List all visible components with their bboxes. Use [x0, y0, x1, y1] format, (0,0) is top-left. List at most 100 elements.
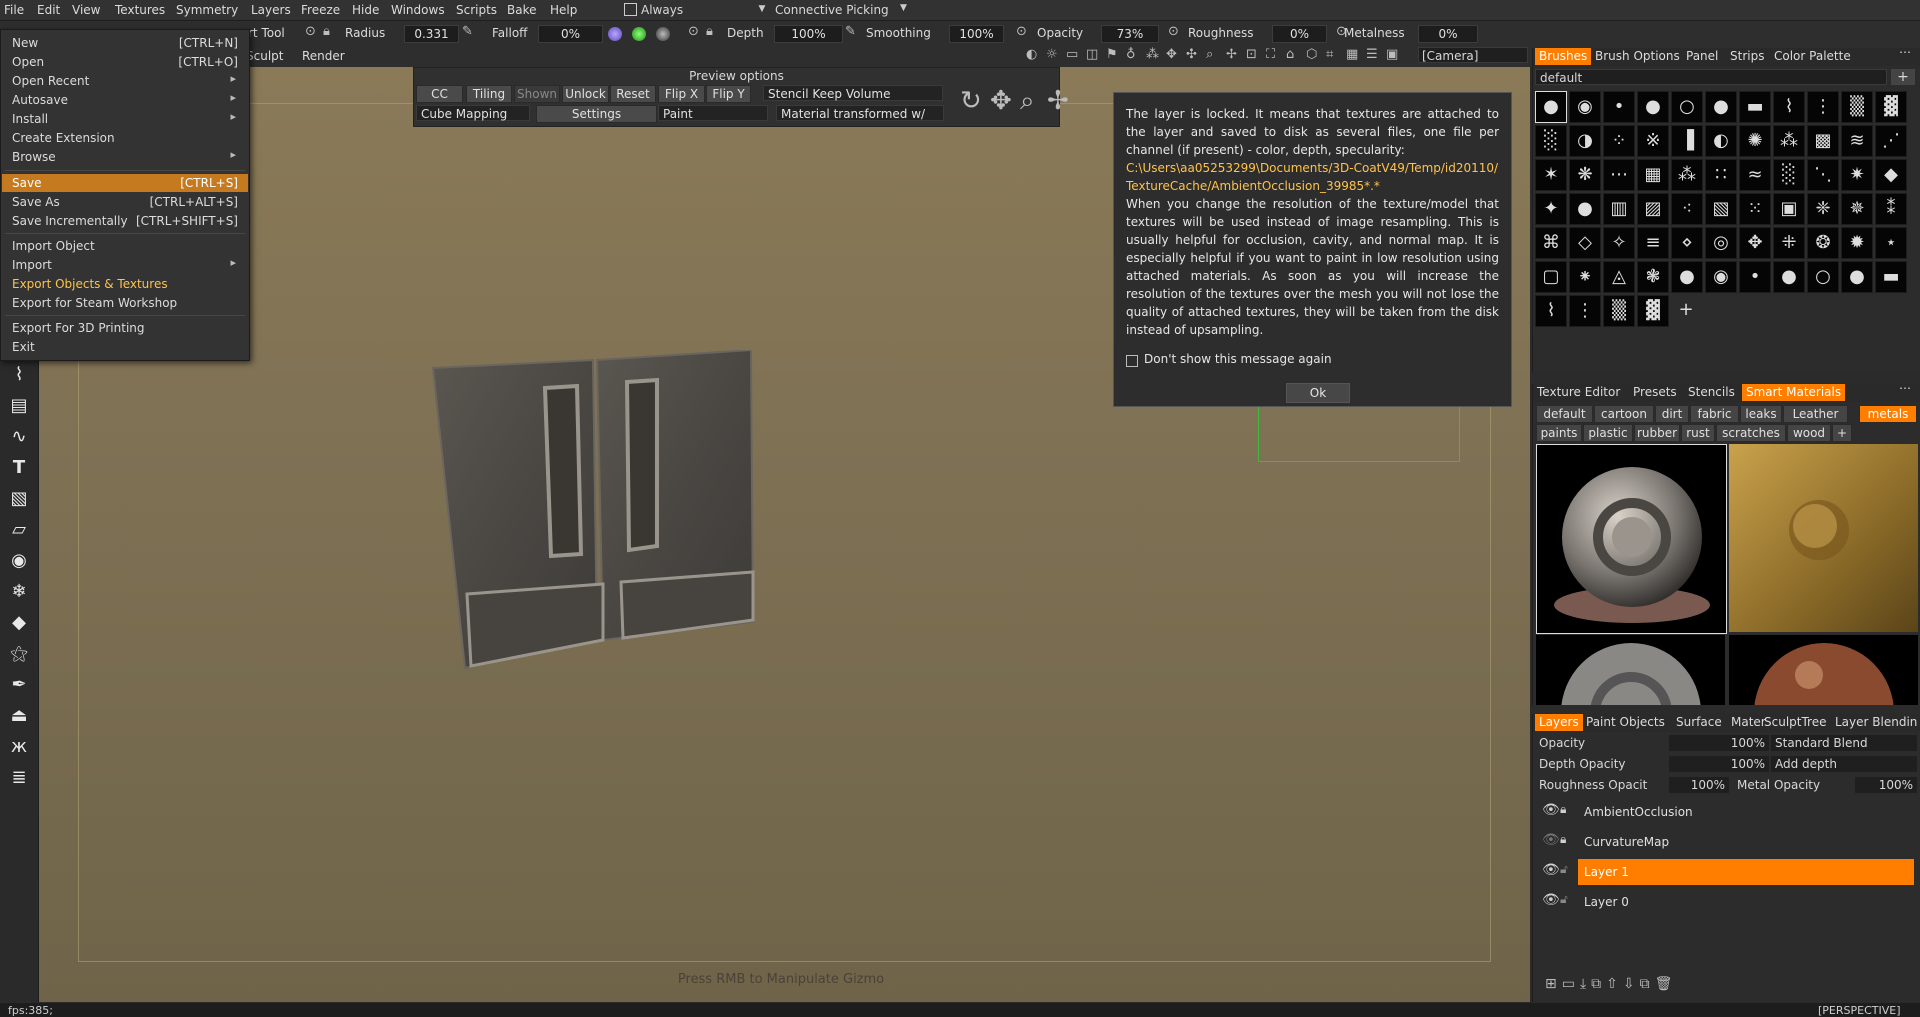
brush-thumb[interactable]: ●: [1535, 91, 1567, 123]
tab-paint-objects[interactable]: Paint Objects: [1586, 715, 1665, 729]
menu-item-export-steam[interactable]: Export for Steam Workshop: [2, 294, 248, 312]
brush-thumb[interactable]: ⌇: [1773, 91, 1805, 123]
brush-thumb[interactable]: ❃: [1637, 261, 1669, 293]
menu-item-create-extension[interactable]: Create Extension: [2, 129, 248, 147]
layer-lock-icon[interactable]: 🔒︎: [1560, 802, 1566, 817]
freeze-icon[interactable]: ❄: [7, 580, 31, 604]
brush-thumb[interactable]: ◎: [1705, 227, 1737, 259]
brush-thumb[interactable]: ※: [1637, 125, 1669, 157]
panel-menu-icon-2[interactable]: ⋯: [1899, 381, 1911, 395]
wireframe-icon[interactable]: ⌗: [1326, 47, 1333, 62]
blend-mode-dropdown[interactable]: Standard Blend: [1771, 735, 1917, 751]
fullscreen-icon[interactable]: ⛶: [1266, 47, 1275, 62]
menu-item-import[interactable]: Import ▸: [2, 256, 248, 274]
chip-scratches[interactable]: scratches: [1716, 424, 1786, 442]
brush-thumb[interactable]: ▧: [1705, 193, 1737, 225]
brush-preset-dropdown[interactable]: default: [1535, 69, 1887, 85]
menu-view[interactable]: View: [72, 3, 100, 17]
brush-thumb[interactable]: ◉: [1705, 261, 1737, 293]
visibility-eye-icon[interactable]: 👁︎: [1542, 892, 1560, 908]
brush-thumb[interactable]: ●: [1637, 91, 1669, 123]
brush-thumb[interactable]: ⁖: [1671, 193, 1703, 225]
tab-brush-options[interactable]: Brush Options: [1595, 49, 1680, 63]
brush-thumb[interactable]: ≡: [1637, 227, 1669, 259]
zoom-icon[interactable]: ⌕: [1206, 47, 1213, 62]
brush-thumb[interactable]: ◉: [1569, 91, 1601, 123]
brush-thumb[interactable]: ✺: [1739, 125, 1771, 157]
tab-stencils[interactable]: Stencils: [1688, 385, 1735, 399]
brush-thumb[interactable]: •: [1603, 91, 1635, 123]
brush-thumb[interactable]: ⁂: [1773, 125, 1805, 157]
chip-rubber[interactable]: rubber: [1634, 424, 1680, 442]
material-thumb-1[interactable]: [1536, 444, 1727, 634]
brush-thumb[interactable]: ⌘: [1535, 227, 1567, 259]
pen-icon[interactable]: ✒: [7, 673, 31, 697]
depth-opacity-field[interactable]: 100%: [1669, 756, 1769, 772]
curve-icon[interactable]: ∿: [7, 425, 31, 449]
camera-list-icon[interactable]: ☰: [1366, 47, 1378, 62]
brush-thumb[interactable]: ⁜: [1773, 227, 1805, 259]
tab-layers[interactable]: Layers: [1535, 714, 1583, 731]
visibility-eye-hidden-icon[interactable]: 👁︎: [1542, 832, 1560, 848]
brush-thumb[interactable]: ◇: [1569, 227, 1601, 259]
sun-icon[interactable]: ☼: [1046, 47, 1058, 62]
menu-file[interactable]: File: [4, 3, 24, 17]
move-up-icon[interactable]: ⇧: [1606, 976, 1623, 992]
brush-thumb[interactable]: ✹: [1841, 227, 1873, 259]
dont-show-checkbox[interactable]: [1126, 355, 1138, 367]
shown-button[interactable]: Shown: [514, 85, 560, 103]
pan-icon[interactable]: ✢: [1226, 47, 1237, 62]
layer-row-layer-0[interactable]: 👁︎ 🔓︎ Layer 0: [1542, 888, 1920, 916]
cc-button[interactable]: CC: [416, 85, 463, 103]
brush-thumb[interactable]: ✥: [1739, 227, 1771, 259]
add-category-icon[interactable]: +: [1832, 424, 1852, 442]
butterfly-icon[interactable]: ж: [7, 735, 31, 759]
always-dropdown-arrow-icon[interactable]: ▼: [753, 1, 771, 18]
menu-layers[interactable]: Layers: [251, 3, 291, 17]
menu-item-save-as[interactable]: Save As [CTRL+ALT+S]: [2, 193, 248, 211]
material-sphere-icon[interactable]: [608, 27, 622, 41]
menu-item-export-objects-textures[interactable]: Export Objects & Textures: [2, 275, 248, 293]
brush-thumb[interactable]: ▐: [1671, 125, 1703, 157]
brush-thumb[interactable]: ○: [1671, 91, 1703, 123]
chip-plastic[interactable]: plastic: [1583, 424, 1633, 442]
menu-scripts[interactable]: Scripts: [456, 3, 497, 17]
brush-thumb[interactable]: ◑: [1569, 125, 1601, 157]
menu-bake[interactable]: Bake: [507, 3, 537, 17]
brush-thumb[interactable]: ⁙: [1739, 193, 1771, 225]
chip-leaks[interactable]: leaks: [1740, 405, 1782, 423]
move-gizmo-icon[interactable]: ✥: [990, 86, 1012, 116]
chip-default[interactable]: default: [1536, 405, 1593, 423]
chip-paints[interactable]: paints: [1536, 424, 1582, 442]
brush-thumb[interactable]: ●: [1569, 193, 1601, 225]
chip-dirt[interactable]: dirt: [1655, 405, 1689, 423]
menu-item-open-recent[interactable]: Open Recent ▸: [2, 72, 248, 90]
duplicate-icon[interactable]: ⧉: [1640, 976, 1655, 992]
brush-thumb[interactable]: ⁕: [1569, 261, 1601, 293]
menu-hide[interactable]: Hide: [352, 3, 379, 17]
brush-thumb[interactable]: ●: [1705, 91, 1737, 123]
rotate-icon[interactable]: ↻: [960, 86, 982, 116]
brush-thumb[interactable]: ▬: [1739, 91, 1771, 123]
home-icon[interactable]: ⌂: [1286, 47, 1294, 62]
roughness-field[interactable]: 0%: [1272, 25, 1327, 43]
visibility-eye-icon[interactable]: 👁︎: [1542, 862, 1560, 878]
add-brush-icon[interactable]: +: [1671, 295, 1701, 325]
document-icon[interactable]: ▤: [7, 394, 31, 418]
tab-smart-materials[interactable]: Smart Materials: [1742, 384, 1846, 401]
brush-thumb[interactable]: ●: [1773, 261, 1805, 293]
brush-thumb[interactable]: ⋱: [1807, 159, 1839, 191]
brush-thumb[interactable]: ≈: [1739, 159, 1771, 191]
picking-mode[interactable]: Connective Picking: [775, 3, 889, 17]
brush-thumb[interactable]: ◆: [1875, 159, 1907, 191]
brush-thumb[interactable]: ◐: [1705, 125, 1737, 157]
brush-thumb[interactable]: ●: [1671, 261, 1703, 293]
brush-thumb[interactable]: ⋰: [1875, 125, 1907, 157]
visibility-eye-icon[interactable]: 👁︎: [1542, 802, 1560, 818]
brush-thumb[interactable]: ●: [1841, 261, 1873, 293]
menu-edit[interactable]: Edit: [37, 3, 60, 17]
menu-item-open[interactable]: Open [CTRL+O]: [2, 53, 248, 71]
layer-unlock-icon[interactable]: 🔓︎: [1560, 862, 1568, 877]
brush-thumb[interactable]: ⌇: [1535, 295, 1567, 327]
brush-thumb[interactable]: ▢: [1535, 261, 1567, 293]
